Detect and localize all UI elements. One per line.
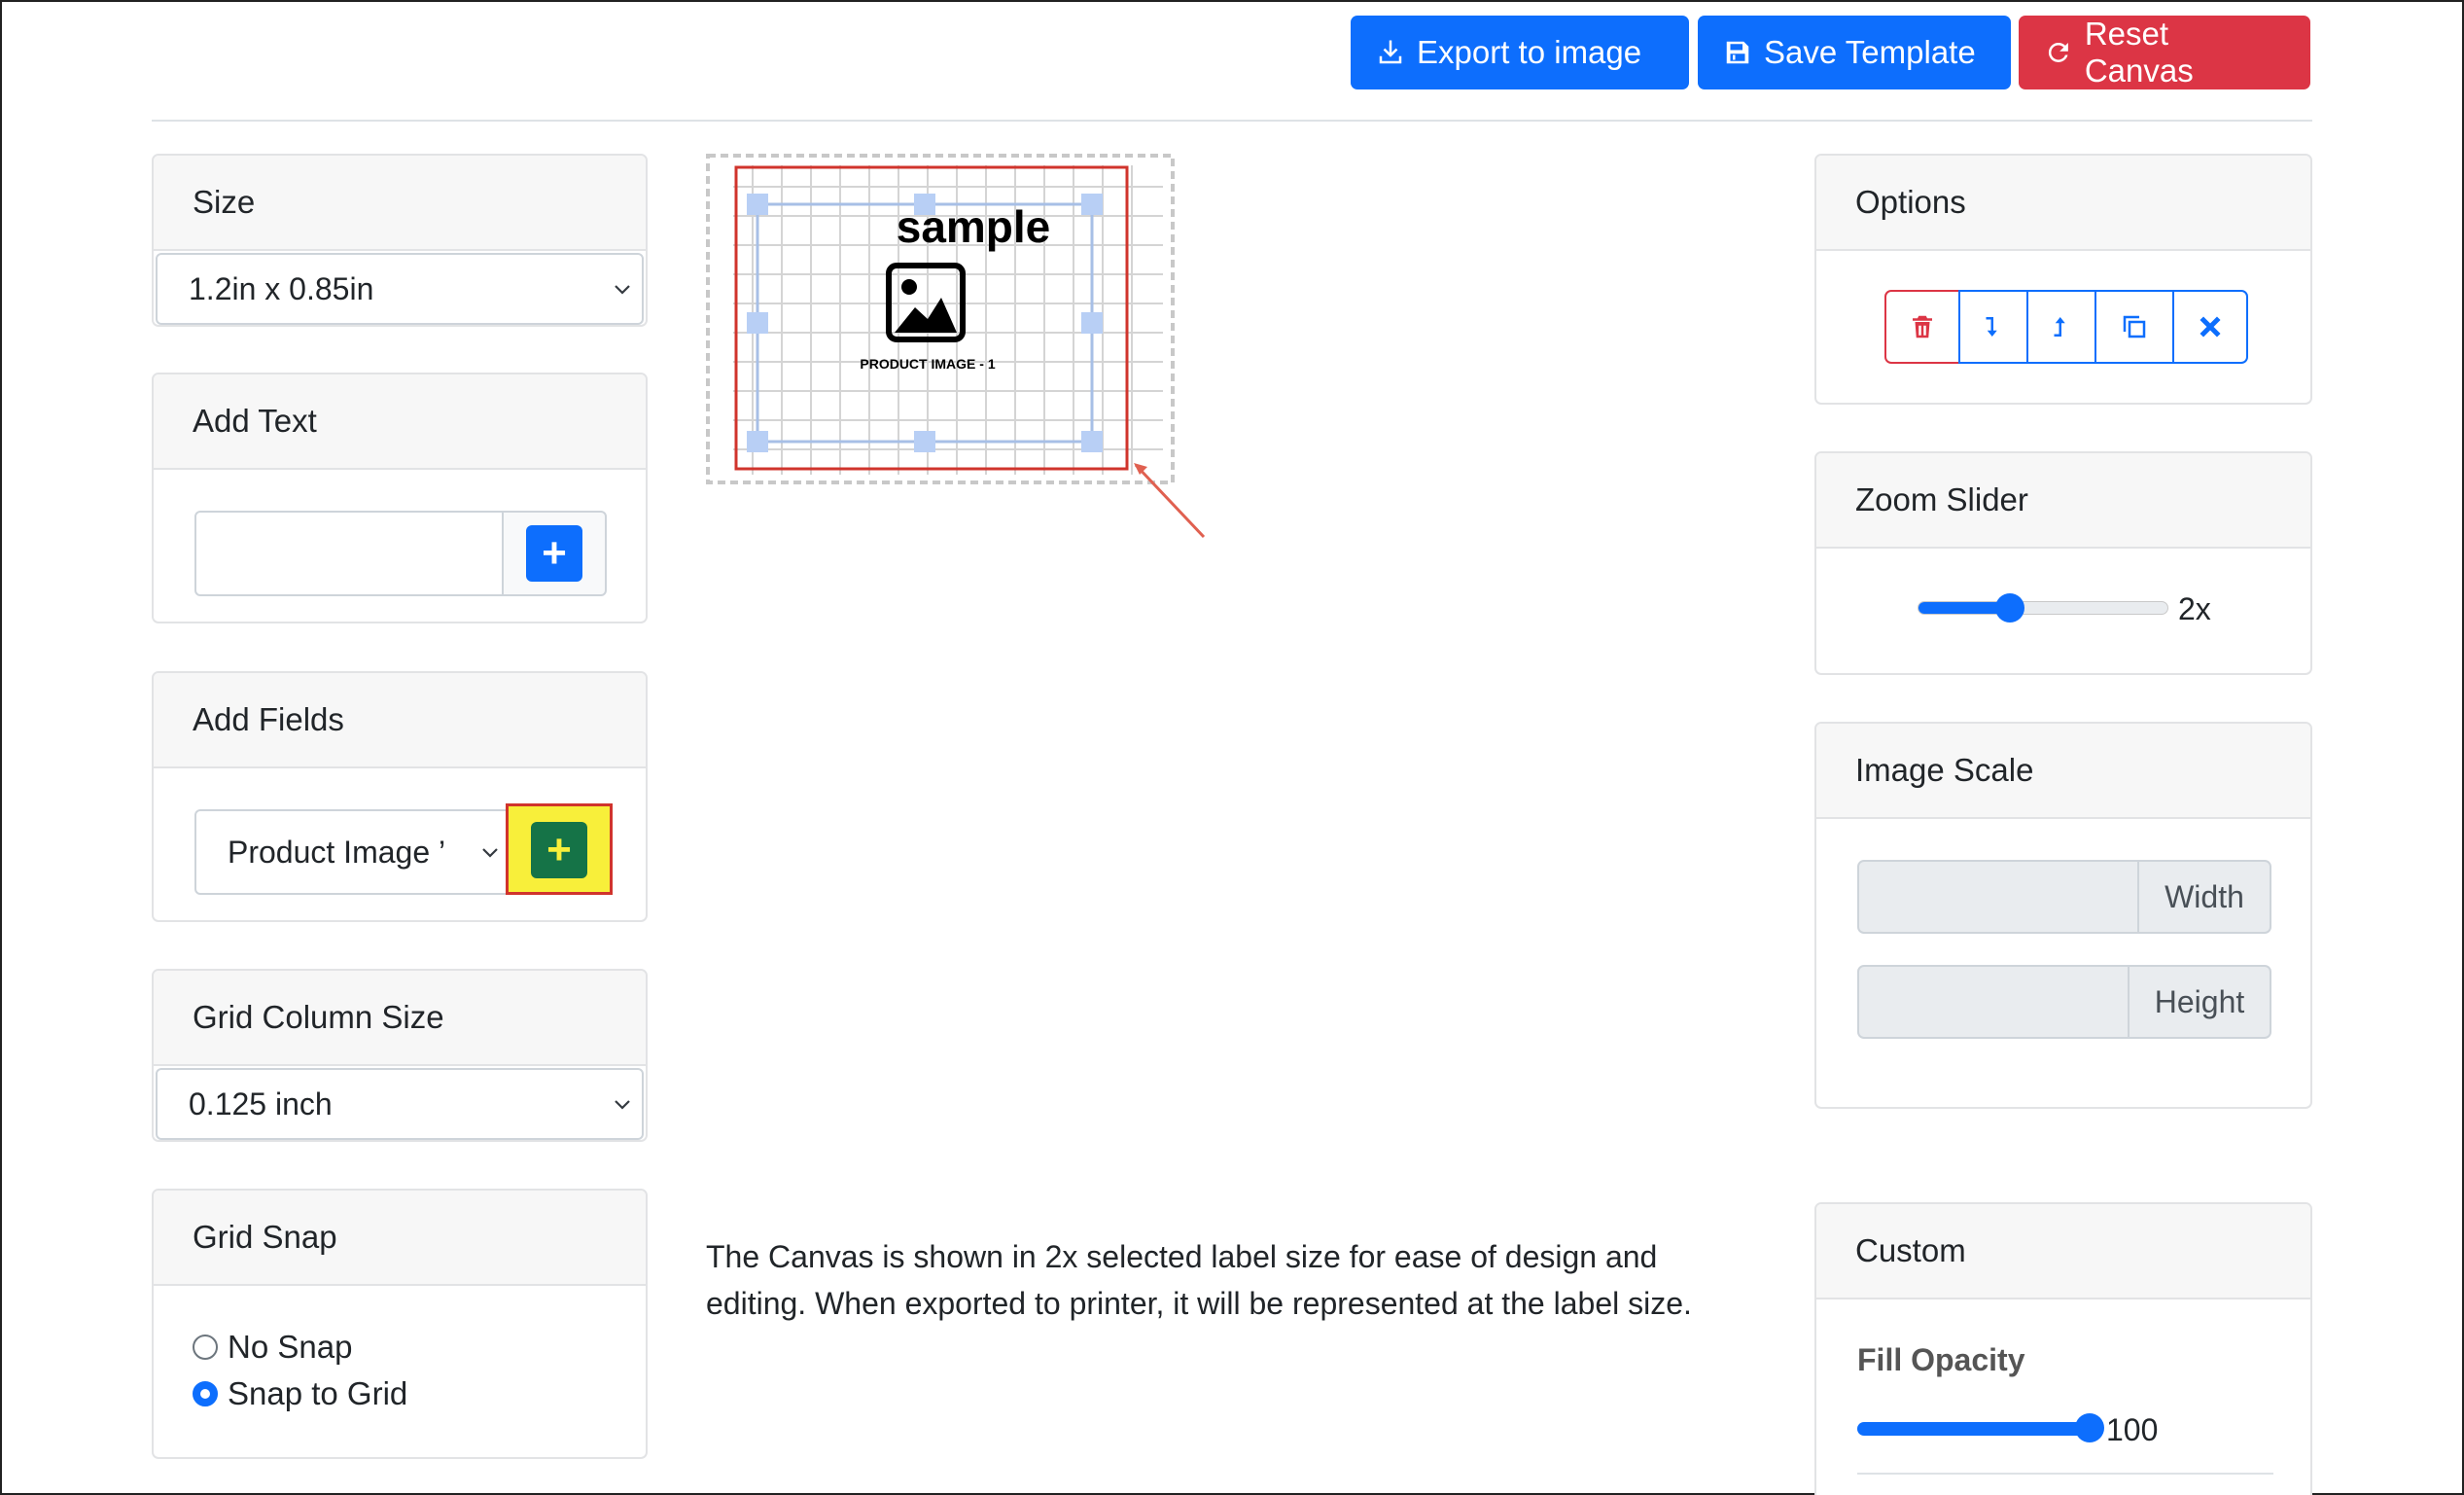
add-text-title: Add Text: [154, 374, 646, 470]
zoom-value: 2x: [2178, 591, 2211, 626]
add-fields-select[interactable]: Product Image ’: [194, 809, 511, 895]
divider: [152, 120, 2312, 122]
zoom-title: Zoom Slider: [1816, 453, 2310, 549]
height-input[interactable]: [1857, 965, 2130, 1039]
download-icon: [1379, 40, 1402, 64]
label-canvas[interactable]: sample PRODUCT IMAGE - 1: [706, 154, 1175, 484]
close-button[interactable]: [2172, 290, 2248, 364]
canvas-description: The Canvas is shown in 2x selected label…: [706, 1239, 1692, 1321]
custom-title: Custom: [1816, 1204, 2310, 1299]
add-text-button[interactable]: +: [526, 525, 582, 582]
width-label: Width: [2139, 860, 2271, 934]
grid-snap-card: Grid Snap No Snap Snap to Grid: [152, 1189, 648, 1459]
chevron-down-icon: [615, 285, 630, 295]
image-scale-title: Image Scale: [1816, 724, 2310, 819]
save-template-button[interactable]: Save Template: [1698, 16, 2011, 89]
bring-forward-button[interactable]: [2026, 290, 2096, 364]
bring-forward-icon: [2054, 317, 2065, 337]
height-input-group: Height: [1857, 965, 2271, 1039]
fill-opacity-slider[interactable]: [1857, 1413, 2104, 1442]
grid-snap-title: Grid Snap: [154, 1191, 646, 1286]
zoom-card: Zoom Slider 2x: [1814, 451, 2312, 675]
export-image-label: Export to image: [1417, 34, 1642, 70]
fill-opacity-thumb[interactable]: [2075, 1413, 2104, 1442]
close-icon: [2200, 316, 2221, 338]
no-snap-radio[interactable]: No Snap: [193, 1329, 352, 1366]
size-title: Size: [154, 156, 646, 251]
reset-canvas-button[interactable]: Reset Canvas: [2019, 16, 2310, 89]
save-icon: [1726, 41, 1749, 64]
add-text-card: Add Text +: [152, 373, 648, 623]
radio-button-selected[interactable]: [193, 1381, 218, 1406]
fill-opacity-label: Fill Opacity: [1857, 1342, 2025, 1377]
resize-arrow: [1134, 463, 1206, 539]
fill-opacity-value: 100: [2106, 1412, 2159, 1447]
custom-card: Custom Fill Opacity 100: [1814, 1202, 2312, 1495]
plus-icon: +: [542, 529, 567, 577]
send-backward-icon: [1986, 317, 1997, 337]
export-image-button[interactable]: Export to image: [1351, 16, 1689, 89]
delete-icon: [1913, 315, 1932, 338]
send-backward-button[interactable]: [1958, 290, 2028, 364]
image-scale-card: Image Scale Width Height: [1814, 722, 2312, 1109]
radio-button[interactable]: [193, 1335, 218, 1360]
grid-column-card: Grid Column Size 0.125 inch: [152, 969, 648, 1142]
duplicate-button[interactable]: [2094, 290, 2174, 364]
grid-column-select[interactable]: 0.125 inch: [156, 1068, 644, 1140]
save-template-label: Save Template: [1764, 34, 1976, 70]
plus-icon: +: [546, 826, 572, 873]
reset-canvas-label: Reset Canvas: [2084, 16, 2194, 89]
reset-icon: [2048, 43, 2068, 62]
width-input-group: Width: [1857, 860, 2271, 934]
add-fields-title: Add Fields: [154, 673, 646, 768]
size-selected: 1.2in x 0.85in: [189, 270, 374, 306]
fill-opacity-fill: [1857, 1422, 2090, 1436]
zoom-slider[interactable]: [1918, 593, 2168, 623]
chevron-down-icon: [615, 1100, 630, 1110]
options-card: Options: [1814, 154, 2312, 405]
options-title: Options: [1816, 156, 2310, 251]
canvas-image-caption[interactable]: PRODUCT IMAGE - 1: [850, 356, 1005, 372]
add-field-button[interactable]: +: [531, 822, 587, 878]
canvas-sample-text[interactable]: sample: [852, 200, 1095, 253]
chevron-down-icon: [482, 848, 498, 858]
delete-button[interactable]: [1884, 290, 1960, 364]
size-select[interactable]: 1.2in x 0.85in: [156, 253, 644, 325]
snap-to-grid-label: Snap to Grid: [228, 1375, 408, 1411]
height-label: Height: [2130, 965, 2271, 1039]
zoom-slider-thumb[interactable]: [1995, 593, 2025, 623]
options-button-group: [1884, 290, 2248, 364]
no-snap-label: No Snap: [228, 1329, 353, 1365]
add-text-input[interactable]: [194, 511, 504, 596]
snap-to-grid-radio[interactable]: Snap to Grid: [193, 1375, 407, 1412]
custom-divider: [1857, 1473, 2273, 1475]
add-fields-selected: Product Image ’: [228, 834, 446, 870]
size-card: Size 1.2in x 0.85in: [152, 154, 648, 327]
duplicate-icon: [2123, 315, 2146, 338]
width-input[interactable]: [1857, 860, 2139, 934]
grid-column-selected: 0.125 inch: [189, 1086, 333, 1121]
grid-column-title: Grid Column Size: [154, 971, 646, 1066]
add-fields-card: Add Fields Product Image ’ +: [152, 671, 648, 922]
